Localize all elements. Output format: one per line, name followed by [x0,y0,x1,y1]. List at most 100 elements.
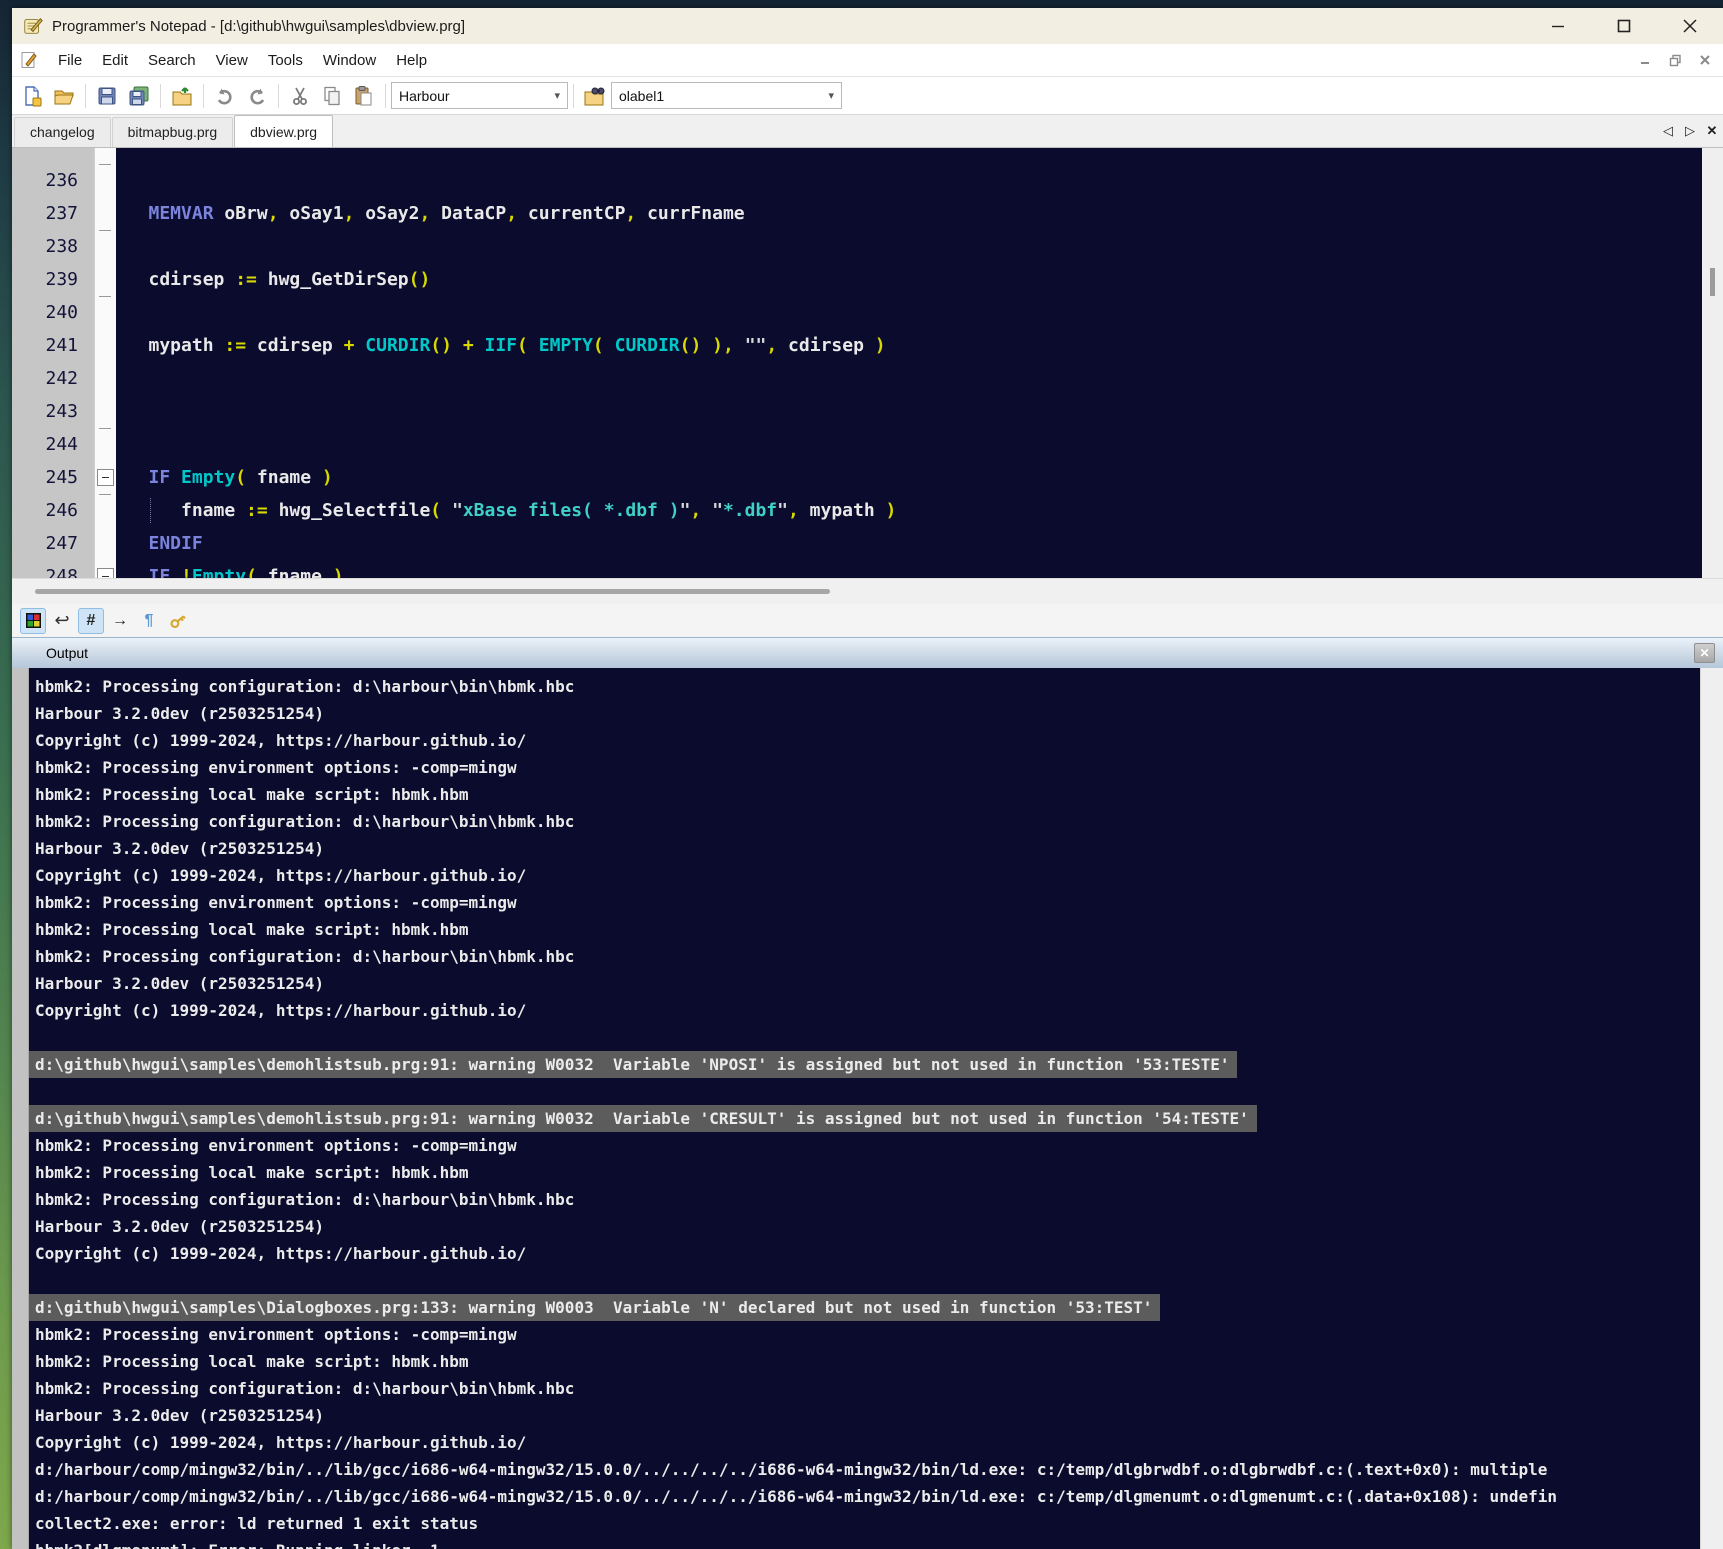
whitespace-arrow-icon[interactable]: → [107,608,133,634]
menu-item-file[interactable]: File [48,47,92,74]
output-line: Copyright (c) 1999-2024, https://harbour… [29,1240,1700,1267]
toolbar-separator [385,84,386,108]
output-area[interactable]: hbmk2: Processing configuration: d:\harb… [29,668,1700,1549]
fold-minus-icon[interactable] [97,469,114,486]
mdi-minimize-icon[interactable] [1631,48,1659,72]
output-line: hbmk2[dlgmenumt]: Error: Running linker.… [29,1537,1700,1549]
tab-scroll-right-icon[interactable]: ▷ [1679,115,1701,147]
output-line: hbmk2: Processing configuration: d:\harb… [29,1375,1700,1402]
editor-vscroll-thumb[interactable] [1710,268,1715,296]
code-line-246: fname := hwg_Selectfile( "xBase files( *… [116,494,1702,527]
code-line-247: ENDIF [116,527,1702,560]
fold-margin-cell [95,230,116,263]
fold-margin-cell [95,329,116,362]
menu-item-tools[interactable]: Tools [258,47,313,74]
output-line: hbmk2: Processing environment options: -… [29,1132,1700,1159]
save-all-icon[interactable] [124,82,154,110]
output-warning-line[interactable]: d:\github\hwgui\samples\demohlistsub.prg… [29,1105,1700,1132]
line-number: 243 [12,395,94,428]
line-number: 241 [12,329,94,362]
paste-icon[interactable] [349,82,379,110]
app-window: Programmer's Notepad - [d:\github\hwgui\… [12,8,1723,1549]
cut-icon[interactable] [285,82,315,110]
find-in-files-icon[interactable] [580,82,610,110]
line-numbers-icon[interactable]: # [78,608,104,634]
fold-margin-cell [95,197,116,230]
syntax-scheme-select[interactable]: Harbour▾ [391,82,568,109]
menu-item-search[interactable]: Search [138,47,206,74]
key-icon[interactable] [165,608,191,634]
output-line: hbmk2: Processing local make script: hbm… [29,781,1700,808]
fold-margin-cell [95,296,116,329]
fold-margin[interactable] [94,148,116,578]
output-line: hbmk2: Processing environment options: -… [29,889,1700,916]
output-line: hbmk2: Processing configuration: d:\harb… [29,1186,1700,1213]
maximize-icon[interactable] [1591,8,1657,44]
output-line: hbmk2: Processing environment options: -… [29,1321,1700,1348]
document-pencil-icon[interactable] [20,51,38,69]
output-warning-line[interactable]: d:\github\hwgui\samples\demohlistsub.prg… [29,1051,1700,1078]
editor-vertical-scrollbar[interactable] [1702,148,1723,578]
output-line: Copyright (c) 1999-2024, https://harbour… [29,862,1700,889]
close-icon[interactable] [1657,8,1723,44]
undo-icon[interactable] [210,82,240,110]
open-folder-icon[interactable] [49,82,79,110]
output-line [29,1267,1700,1294]
minimize-icon[interactable] [1525,8,1591,44]
syntax-scheme-value: Harbour [399,88,450,104]
tab-dbview-prg[interactable]: dbview.prg [234,115,333,147]
line-number: 247 [12,527,94,560]
menu-item-edit[interactable]: Edit [92,47,138,74]
output-line: Harbour 3.2.0dev (r2503251254) [29,970,1700,997]
output-warning-line[interactable]: d:\github\hwgui\samples\Dialogboxes.prg:… [29,1294,1700,1321]
output-line: hbmk2: Processing local make script: hbm… [29,1348,1700,1375]
tab-changelog[interactable]: changelog [14,117,111,147]
fold-collapse-marker[interactable] [95,461,116,494]
wrap-arrow-icon[interactable]: ↩ [49,608,75,634]
search-text-input[interactable]: olabel1▾ [611,82,842,109]
fold-margin-cell [95,164,116,197]
code-line-241: mypath := cdirsep + CURDIR() + IIF( EMPT… [116,329,1702,362]
output-line: d:/harbour/comp/mingw32/bin/../lib/gcc/i… [29,1456,1700,1483]
tab-bitmapbug-prg[interactable]: bitmapbug.prg [112,117,234,147]
code-line-248: IF !Empty( fname ) [116,560,1702,578]
fold-collapse-marker[interactable] [95,560,116,578]
fold-margin-cell [95,263,116,296]
output-line: Harbour 3.2.0dev (r2503251254) [29,700,1700,727]
output-vertical-scrollbar[interactable] [1700,668,1723,1549]
menu-item-help[interactable]: Help [386,47,437,74]
fold-minus-icon[interactable] [97,568,114,578]
output-close-icon[interactable]: ✕ [1694,643,1715,663]
redo-icon[interactable] [242,82,272,110]
editor-hscroll-thumb[interactable] [35,589,830,594]
copy-icon[interactable] [317,82,347,110]
line-number: 248 [12,560,94,578]
code-line-240 [116,296,1702,329]
tab-close-icon[interactable]: ✕ [1701,115,1723,147]
line-number: 246 [12,494,94,527]
output-line: hbmk2: Processing configuration: d:\harb… [29,673,1700,700]
splitter[interactable] [12,578,1723,604]
new-file-icon[interactable] [17,82,47,110]
color-grid-icon[interactable] [20,608,46,634]
folder-arrow-icon[interactable] [167,82,197,110]
output-line: d:/harbour/comp/mingw32/bin/../lib/gcc/i… [29,1483,1700,1510]
toolbar-separator [160,84,161,108]
tab-strip: changelogbitmapbug.prgdbview.prg ◁ ▷ ✕ [12,115,1723,147]
output-line: hbmk2: Processing local make script: hbm… [29,916,1700,943]
mdi-restore-icon[interactable] [1661,48,1689,72]
menu-item-window[interactable]: Window [313,47,386,74]
output-line: Harbour 3.2.0dev (r2503251254) [29,1213,1700,1240]
save-icon[interactable] [92,82,122,110]
pilcrow-icon[interactable]: ¶ [136,608,162,634]
menu-item-view[interactable]: View [206,47,258,74]
main-toolbar: Harbour▾ olabel1▾ [12,77,1723,115]
mdi-close-icon[interactable] [1691,48,1719,72]
output-line [29,1078,1700,1105]
tab-scroll-left-icon[interactable]: ◁ [1657,115,1679,147]
toolbar-separator [573,84,574,108]
code-line-245: IF Empty( fname ) [116,461,1702,494]
output-toolbar: ↩#→¶ [12,604,1723,637]
output-line: Harbour 3.2.0dev (r2503251254) [29,835,1700,862]
code-area[interactable]: MEMVAR oBrw, oSay1, oSay2, DataCP, curre… [116,148,1702,578]
